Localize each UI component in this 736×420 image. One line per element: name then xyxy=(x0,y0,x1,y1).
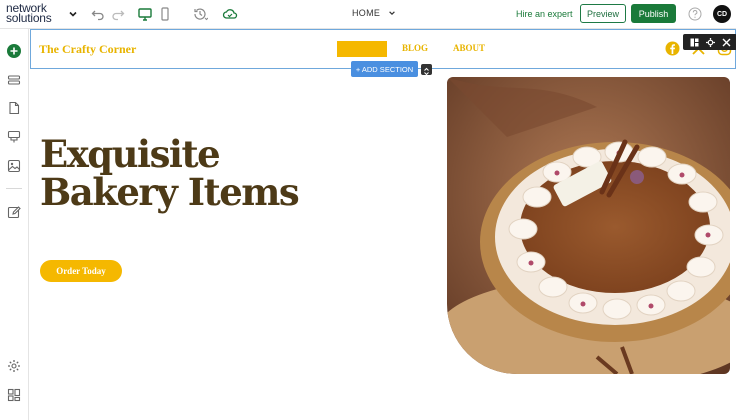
history-icon[interactable] xyxy=(192,6,208,22)
media-icon[interactable] xyxy=(7,159,21,173)
order-today-button[interactable]: Order Today xyxy=(40,260,122,282)
site-title[interactable]: The Crafty Corner xyxy=(39,42,136,57)
apps-icon[interactable] xyxy=(7,388,21,402)
add-section-button[interactable]: + ADD SECTION xyxy=(351,61,418,77)
sidebar-divider xyxy=(6,188,22,189)
preview-button[interactable]: Preview xyxy=(580,4,626,23)
gear-icon[interactable] xyxy=(705,37,715,47)
add-icon[interactable] xyxy=(7,44,21,58)
hero-title-line2: Bakery Items xyxy=(40,170,300,214)
edit-icon[interactable] xyxy=(7,205,21,219)
avatar[interactable]: CD xyxy=(713,5,731,23)
undo-icon[interactable] xyxy=(90,6,106,22)
nav-item-blog[interactable]: BLOG xyxy=(402,43,428,53)
reorder-icon[interactable] xyxy=(421,64,432,76)
hire-expert-link[interactable]: Hire an expert xyxy=(516,9,573,19)
settings-icon[interactable] xyxy=(7,359,21,373)
layout-icon[interactable] xyxy=(690,38,699,47)
design-icon[interactable] xyxy=(7,130,21,144)
tart-photo xyxy=(447,77,730,374)
pages-icon[interactable] xyxy=(7,101,21,115)
close-icon[interactable] xyxy=(722,38,731,47)
page-selector-label: HOME xyxy=(352,8,381,18)
site-canvas: The Crafty Corner BLOG ABOUT + ADD SECTI… xyxy=(30,29,736,420)
publish-button[interactable]: Publish xyxy=(631,4,676,23)
section-toolbar xyxy=(683,34,736,50)
nav-item-about[interactable]: ABOUT xyxy=(453,43,485,53)
desktop-icon[interactable] xyxy=(137,6,153,22)
hero-title[interactable]: Exquisite Bakery Items xyxy=(40,132,300,214)
chevron-down-icon xyxy=(389,11,396,16)
chevron-down-icon[interactable] xyxy=(68,9,78,19)
editor-toolbar: network solutions HOME Hire an expert Pr… xyxy=(0,0,736,29)
brand-logo[interactable]: network solutions xyxy=(6,2,52,25)
hero-title-line1: Exquisite xyxy=(40,132,221,176)
hero-image[interactable] xyxy=(447,77,730,374)
editor-sidebar xyxy=(0,29,29,420)
redo-icon[interactable] xyxy=(110,6,126,22)
facebook-icon[interactable] xyxy=(665,41,680,56)
help-icon[interactable] xyxy=(688,7,702,21)
logo-line2: solutions xyxy=(6,11,52,25)
nav-item-home[interactable] xyxy=(337,41,387,57)
page-selector[interactable]: HOME xyxy=(352,8,396,18)
mobile-icon[interactable] xyxy=(157,6,173,22)
cloud-icon[interactable] xyxy=(222,6,238,22)
sections-icon[interactable] xyxy=(7,73,21,87)
